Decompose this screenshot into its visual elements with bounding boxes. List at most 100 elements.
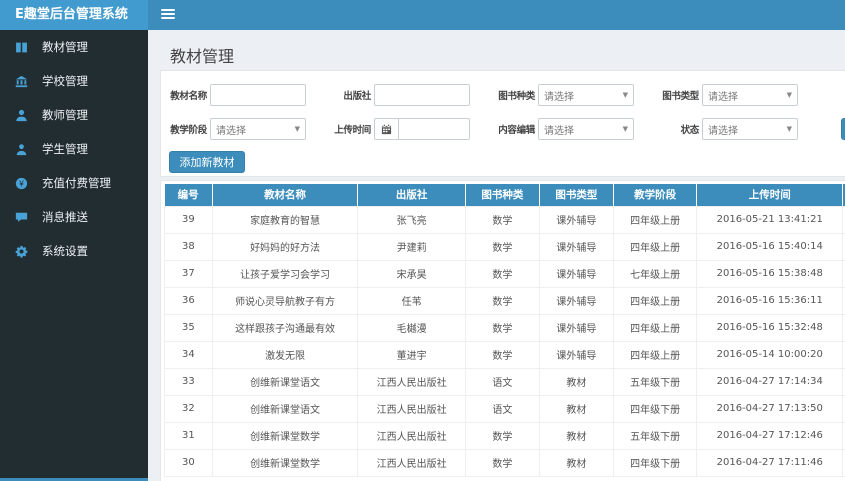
table-panel: 编号教材名称出版社图书种类图书类型教学阶段上传时间内容编辑状态 39家庭教育的智… xyxy=(160,180,845,481)
table-cell: 数学 xyxy=(464,205,540,234)
table-cell: 四年级下册 xyxy=(612,448,698,477)
gear-icon xyxy=(15,245,29,258)
table-cell: 32 xyxy=(164,394,213,423)
textbook-table: 编号教材名称出版社图书种类图书类型教学阶段上传时间内容编辑状态 39家庭教育的智… xyxy=(164,184,845,477)
student-icon xyxy=(15,143,29,156)
table-cell: 创维新课堂语文 xyxy=(211,394,359,423)
page-title: 教材管理 xyxy=(170,47,235,66)
table-cell: 37 xyxy=(164,259,213,288)
column-header: 编号 xyxy=(164,184,213,206)
table-cell: 激发无限 xyxy=(211,340,359,369)
main-content: 教材管理 教材名称 出版社 图书种类 请选择 ▼ 图书类型 请选择 ▼ 教学阶段… xyxy=(148,30,845,481)
table-cell: 江西人民出版社 xyxy=(357,367,466,396)
publisher-input[interactable] xyxy=(374,84,470,106)
sidebar-item-student[interactable]: 学生管理 xyxy=(0,132,148,166)
table-cell: 四年级上册 xyxy=(612,313,698,342)
search-button[interactable]: 搜索 xyxy=(841,118,845,140)
table-cell: 师说心灵导航教子有方 xyxy=(211,286,359,315)
textbook-name-input[interactable] xyxy=(210,84,306,106)
table-cell: 四年级下册 xyxy=(612,394,698,423)
column-header: 图书种类 xyxy=(465,184,540,206)
upload-time-input[interactable] xyxy=(374,118,470,140)
table-cell: 五年级下册 xyxy=(612,367,698,396)
calendar-icon xyxy=(375,119,399,139)
table-cell: 四年级上册 xyxy=(612,340,698,369)
table-row: 38 好妈妈的好方法 尹建莉 数学 课外辅导 四年级上册 2016-05-16 15:40:… xyxy=(164,232,845,261)
filter-label: 出版社 xyxy=(343,91,371,102)
chevron-down-icon: ▼ xyxy=(786,125,792,133)
book-type-select[interactable]: 请选择 ▼ xyxy=(702,84,798,106)
sidebar-item-label: 教师管理 xyxy=(42,108,88,122)
table-cell: 任苇 xyxy=(357,286,466,315)
sidebar-item-teacher[interactable]: 教师管理 xyxy=(0,98,148,132)
teacher-icon xyxy=(15,109,29,122)
column-header: 教材名称 xyxy=(212,184,359,206)
table-cell: 数学 xyxy=(464,340,540,369)
status-select[interactable]: 请选择 ▼ xyxy=(702,118,798,140)
sidebar-toggle-icon[interactable] xyxy=(161,9,175,21)
table-cell: 江西人民出版社 xyxy=(357,421,466,450)
sidebar-item-message[interactable]: 消息推送 xyxy=(0,200,148,234)
table-cell: 语文 xyxy=(464,394,540,423)
book-category-select[interactable]: 请选择 ▼ xyxy=(538,84,634,106)
table-cell: 数学 xyxy=(464,286,540,315)
table-cell: 数学 xyxy=(464,448,540,477)
table-cell: 2016-05-16 15:32:48 xyxy=(696,313,844,342)
table-cell: 数学 xyxy=(464,313,540,342)
column-header: 图书类型 xyxy=(539,184,614,206)
table-cell: 课外辅导 xyxy=(538,259,614,288)
table-cell: 2016-04-27 17:14:34 xyxy=(696,367,844,396)
table-cell: 课外辅导 xyxy=(538,313,614,342)
table-cell: 34 xyxy=(164,340,213,369)
table-cell: 四年级上册 xyxy=(612,232,698,261)
sidebar-item-payment[interactable]: 充值付费管理 xyxy=(0,166,148,200)
column-header: 上传时间 xyxy=(696,184,844,206)
payment-icon xyxy=(15,177,29,190)
table-cell: 让孩子爱学习会学习 xyxy=(211,259,359,288)
table-cell: 尹建莉 xyxy=(357,232,466,261)
sidebar-item-book[interactable]: 教材管理 xyxy=(0,30,148,64)
table-cell: 教材 xyxy=(538,448,614,477)
table-cell: 四年级上册 xyxy=(612,205,698,234)
sidebar: 教材管理 学校管理 教师管理 学生管理 充值付费管理 消息推送 系统设置 xyxy=(0,30,148,481)
sidebar-item-gear[interactable]: 系统设置 xyxy=(0,234,148,268)
table-cell: 35 xyxy=(164,313,213,342)
table-row: 34激发无限董进宇数学课外辅导四年级上册2016-05-14 10:00:20已… xyxy=(164,340,845,369)
sidebar-item-label: 学校管理 xyxy=(42,74,88,88)
table-row: 31 创维新课堂数学 江西人民出版社 数学 教材 五年级下册 2016-04-27 17:1… xyxy=(164,421,845,450)
add-textbook-button[interactable]: 添加新教材 xyxy=(169,151,245,173)
filter-label: 内容编辑 xyxy=(498,125,535,136)
chevron-down-icon: ▼ xyxy=(786,91,792,99)
table-cell: 教材 xyxy=(538,394,614,423)
table-cell: 33 xyxy=(164,367,213,396)
sidebar-item-label: 消息推送 xyxy=(42,210,88,224)
table-row: 36 师说心灵导航教子有方 任苇 数学 课外辅导 四年级上册 2016-05-16 15:3… xyxy=(164,286,845,315)
chevron-down-icon: ▼ xyxy=(622,125,628,133)
sidebar-item-bank[interactable]: 学校管理 xyxy=(0,64,148,98)
table-cell: 2016-05-16 15:40:14 xyxy=(696,232,844,261)
table-row: 37 让孩子爱学习会学习 宋承昊 数学 课外辅导 七年级上册 2016-05-16 15:3… xyxy=(164,259,845,288)
table-row: 39 家庭教育的智慧 张飞亮 数学 课外辅导 四年级上册 2016-05-21 13:41:… xyxy=(164,205,845,234)
app-title: E趣堂后台管理系统 xyxy=(0,0,148,30)
filter-label: 上传时间 xyxy=(334,125,371,136)
table-cell: 五年级下册 xyxy=(612,421,698,450)
content-editor-select[interactable]: 请选择 ▼ xyxy=(538,118,634,140)
top-navbar: E趣堂后台管理系统 xyxy=(0,0,845,30)
table-cell: 七年级上册 xyxy=(612,259,698,288)
table-cell: 数学 xyxy=(464,259,540,288)
table-row: 32 创维新课堂语文 江西人民出版社 语文 教材 四年级下册 2016-04-27 17:1… xyxy=(164,394,845,423)
table-cell: 2016-05-16 15:38:48 xyxy=(696,259,844,288)
table-cell: 创维新课堂数学 xyxy=(211,448,359,477)
filter-label: 图书类型 xyxy=(662,91,699,102)
table-cell: 2016-05-14 10:00:20 xyxy=(696,340,844,369)
filter-panel: 教材名称 出版社 图书种类 请选择 ▼ 图书类型 请选择 ▼ 教学阶段 请选择 … xyxy=(160,70,845,177)
table-cell: 31 xyxy=(164,421,213,450)
table-cell: 毛樾漫 xyxy=(357,313,466,342)
table-cell: 数学 xyxy=(464,232,540,261)
sidebar-item-label: 系统设置 xyxy=(42,244,88,258)
teaching-stage-select[interactable]: 请选择 ▼ xyxy=(210,118,306,140)
table-cell: 38 xyxy=(164,232,213,261)
column-header: 出版社 xyxy=(357,184,466,206)
filter-label: 状态 xyxy=(680,125,700,136)
filter-label: 教学阶段 xyxy=(170,125,207,136)
